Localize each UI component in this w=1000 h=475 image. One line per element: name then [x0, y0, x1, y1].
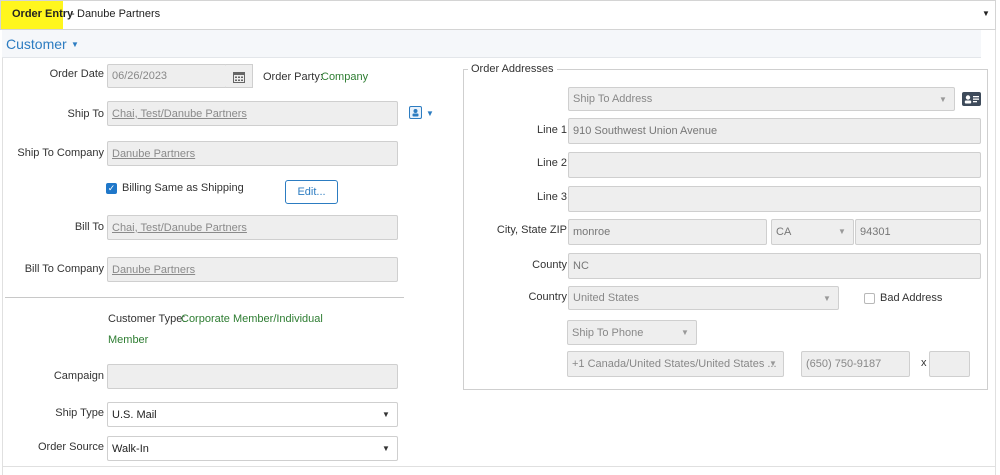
chevron-down-icon[interactable]: ▼ [838, 227, 846, 236]
campaign-label: Campaign [53, 370, 104, 382]
ship-to-company-input[interactable]: Danube Partners [107, 141, 398, 166]
ship-type-select[interactable]: U.S. Mail [107, 402, 398, 427]
country-select[interactable]: United States [568, 286, 839, 310]
contact-card-icon[interactable] [962, 92, 981, 106]
campaign-input[interactable] [107, 364, 398, 389]
order-date-label: Order Date [49, 68, 104, 80]
calendar-icon [233, 72, 245, 83]
billing-same-label: Billing Same as Shipping [122, 182, 244, 194]
chevron-down-icon[interactable]: ▼ [71, 40, 79, 49]
bill-to-company-input[interactable]: Danube Partners [107, 257, 398, 282]
chevron-down-icon[interactable]: ▼ [982, 9, 990, 18]
order-date-input[interactable]: 06/26/2023 [107, 64, 227, 88]
city-state-zip-label: City, State ZIP [496, 224, 567, 236]
extension-label: x [921, 357, 927, 369]
ship-to-company-label: Ship To Company [17, 147, 104, 159]
order-source-label: Order Source [37, 441, 104, 453]
bill-to-company-label: Bill To Company [24, 263, 104, 275]
billing-same-checkbox[interactable]: ✓ [106, 183, 117, 194]
person-icon[interactable] [409, 106, 422, 119]
order-source-select[interactable]: Walk-In [107, 436, 398, 461]
zip-input[interactable]: 94301 [855, 219, 981, 245]
bill-to-input[interactable]: Chai, Test/Danube Partners [107, 215, 398, 240]
order-addresses-legend: Order Addresses [468, 63, 557, 75]
title-separator: - [71, 8, 75, 20]
ship-to-label: Ship To [67, 108, 105, 120]
chevron-down-icon[interactable]: ▼ [823, 294, 831, 303]
ship-to-input[interactable]: Chai, Test/Danube Partners [107, 101, 398, 126]
chevron-down-icon[interactable]: ▼ [382, 444, 390, 453]
customer-type-label: Customer Type: [108, 313, 186, 325]
bill-to-label: Bill To [74, 221, 104, 233]
county-label: County [532, 259, 567, 271]
line3-input[interactable] [568, 186, 981, 212]
line2-label: Line 2 [537, 157, 567, 169]
extension-input[interactable] [929, 351, 970, 377]
order-party-value: Company [321, 71, 369, 83]
line3-label: Line 3 [537, 191, 567, 203]
chevron-down-icon[interactable]: ▼ [382, 410, 390, 419]
edit-button[interactable]: Edit... [285, 180, 338, 204]
order-entry-title: Order Entry [12, 8, 74, 20]
customer-type-value-cont: Member [108, 334, 149, 346]
calendar-button[interactable] [226, 64, 253, 88]
chevron-down-icon[interactable]: ▼ [681, 328, 689, 337]
customer-type-value: Corporate Member/Individual [181, 313, 323, 325]
order-party-label: Order Party: [263, 71, 323, 83]
line2-input[interactable] [568, 152, 981, 178]
customer-section-title[interactable]: Customer [6, 36, 67, 52]
line1-input[interactable]: 910 Southwest Union Avenue [568, 118, 981, 144]
chevron-down-icon[interactable]: ▼ [769, 359, 777, 368]
bad-address-label: Bad Address [880, 292, 943, 304]
order-company-name: Danube Partners [77, 8, 161, 20]
address-type-select[interactable]: Ship To Address [568, 87, 955, 111]
section-border [2, 58, 3, 475]
chevron-down-icon[interactable]: ▼ [426, 109, 434, 118]
bad-address-checkbox[interactable] [864, 293, 875, 304]
ship-type-label: Ship Type [55, 407, 104, 419]
phone-country-select[interactable]: +1 Canada/United States/United States ..… [567, 351, 784, 377]
county-input[interactable]: NC [568, 253, 981, 279]
phone-type-select[interactable]: Ship To Phone [567, 320, 697, 345]
phone-number-input[interactable]: (650) 750-9187 [801, 351, 910, 377]
section-divider [2, 466, 996, 467]
country-label: Country [528, 291, 567, 303]
divider [5, 297, 404, 298]
chevron-down-icon[interactable]: ▼ [939, 95, 947, 104]
city-input[interactable]: monroe [568, 219, 767, 245]
customer-section-header [2, 30, 981, 58]
section-border [995, 30, 996, 475]
line1-label: Line 1 [537, 124, 567, 136]
